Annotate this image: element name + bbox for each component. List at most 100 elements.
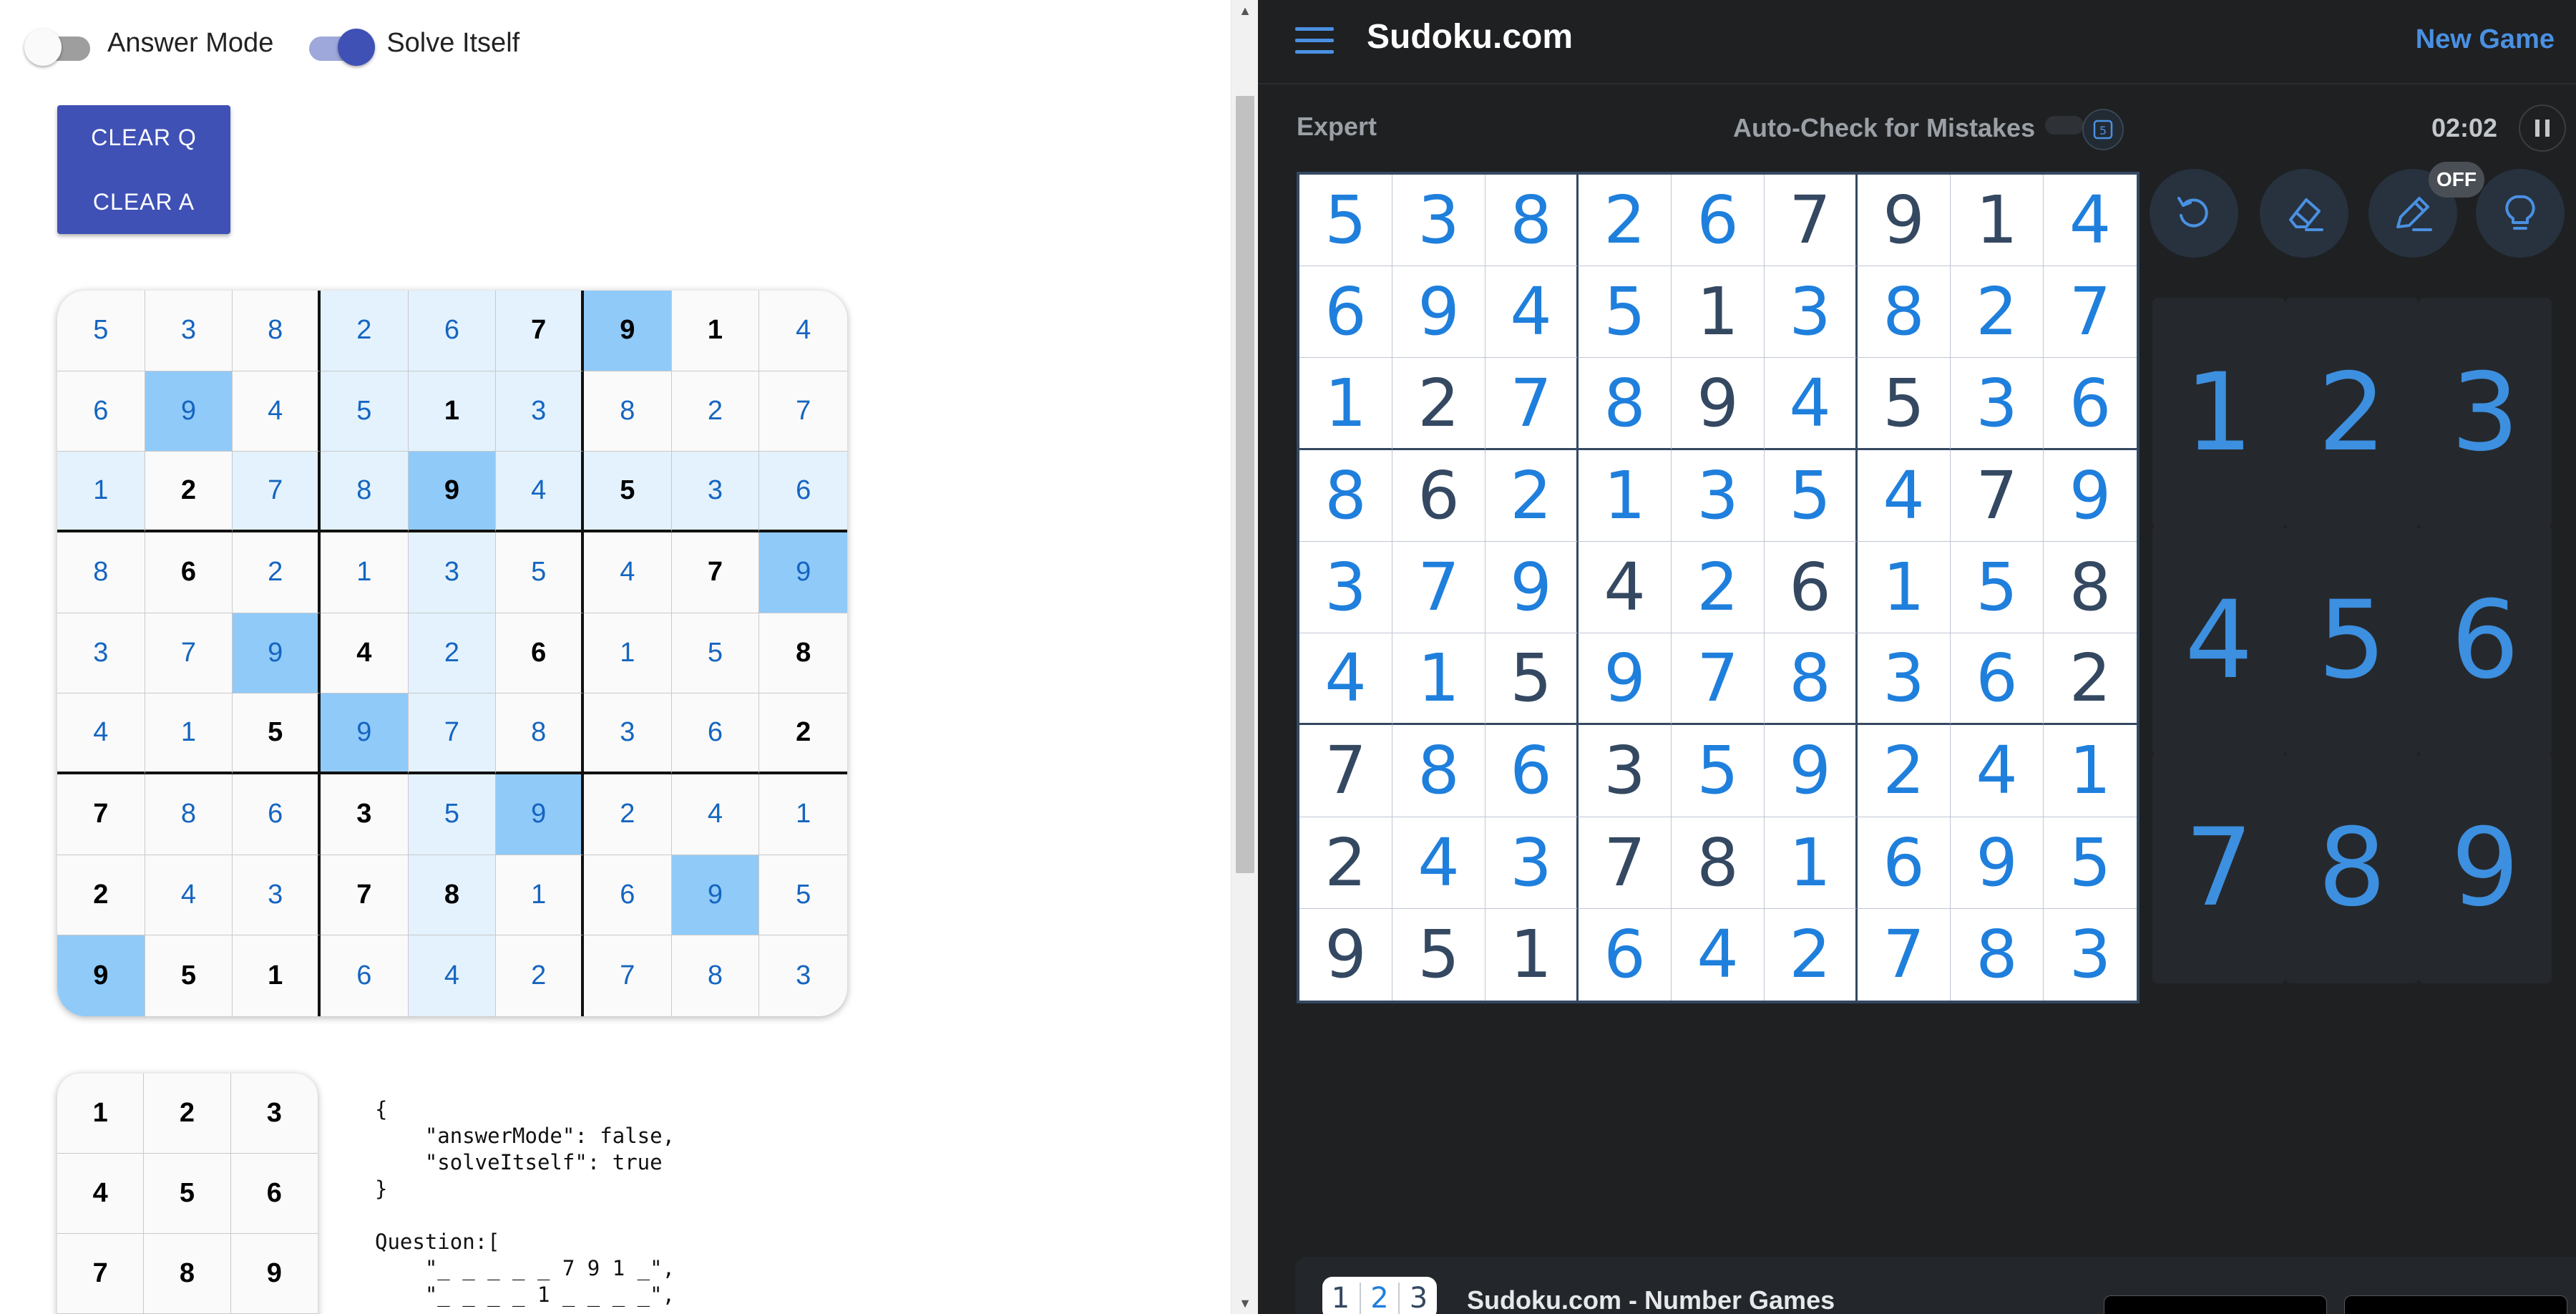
grid-cell[interactable]: 5 xyxy=(671,613,760,694)
grid-cell[interactable]: 7 xyxy=(759,371,847,452)
grid-cell[interactable]: 9 xyxy=(233,613,321,694)
grid-cell[interactable]: 6 xyxy=(57,371,145,452)
undo-icon[interactable] xyxy=(2150,169,2238,258)
game-cell[interactable]: 7 xyxy=(1858,908,1951,1001)
game-cell[interactable]: 9 xyxy=(1672,358,1765,450)
game-cell[interactable]: 2 xyxy=(1579,175,1672,267)
game-cell[interactable]: 7 xyxy=(1485,358,1579,450)
grid-cell[interactable]: 4 xyxy=(759,291,847,371)
game-cell[interactable]: 8 xyxy=(1485,175,1579,267)
game-cell[interactable]: 6 xyxy=(1951,633,2044,726)
grid-cell[interactable]: 7 xyxy=(57,774,145,855)
game-cell[interactable]: 3 xyxy=(1579,725,1672,817)
grid-cell[interactable]: 8 xyxy=(233,291,321,371)
grid-cell[interactable]: 4 xyxy=(408,935,497,1016)
game-cell[interactable]: 1 xyxy=(1485,908,1579,1001)
number-pad-key[interactable]: 9 xyxy=(2419,753,2552,983)
game-cell[interactable]: 6 xyxy=(1392,449,1485,542)
grid-cell[interactable]: 1 xyxy=(496,855,584,936)
game-cell[interactable]: 4 xyxy=(1672,908,1765,1001)
grid-cell[interactable]: 2 xyxy=(671,371,760,452)
game-cell[interactable]: 6 xyxy=(1858,817,1951,909)
game-cell[interactable]: 9 xyxy=(1392,266,1485,359)
game-cell[interactable]: 2 xyxy=(1392,358,1485,450)
autocheck-switch[interactable] xyxy=(2045,116,2084,135)
game-cell[interactable]: 7 xyxy=(1299,725,1392,817)
grid-cell[interactable]: 8 xyxy=(583,371,672,452)
game-cell[interactable]: 4 xyxy=(1951,725,2044,817)
game-cell[interactable]: 1 xyxy=(1579,449,1672,542)
keypad-digit[interactable]: 4 xyxy=(57,1154,145,1234)
game-cell[interactable]: 2 xyxy=(1765,908,1858,1001)
hint-bulb-icon[interactable] xyxy=(2476,169,2565,258)
grid-cell[interactable]: 6 xyxy=(145,532,233,613)
grid-cell[interactable]: 3 xyxy=(320,774,409,855)
game-cell[interactable]: 3 xyxy=(1951,358,2044,450)
grid-cell[interactable]: 4 xyxy=(496,452,584,532)
grid-cell[interactable]: 2 xyxy=(759,694,847,774)
eraser-icon[interactable] xyxy=(2260,169,2348,258)
keypad-digit[interactable]: 5 xyxy=(144,1154,231,1234)
app-store-button[interactable] xyxy=(2104,1295,2327,1314)
game-cell[interactable]: 9 xyxy=(1765,725,1858,817)
game-cell[interactable]: 5 xyxy=(1485,633,1579,726)
grid-cell[interactable]: 7 xyxy=(496,291,584,371)
keypad-digit[interactable]: 3 xyxy=(230,1074,318,1154)
grid-cell[interactable]: 3 xyxy=(671,452,760,532)
game-cell[interactable]: 4 xyxy=(1485,266,1579,359)
game-cell[interactable]: 7 xyxy=(2044,266,2137,359)
game-cell[interactable]: 9 xyxy=(2044,450,2137,542)
grid-cell[interactable]: 9 xyxy=(320,694,409,774)
game-cell[interactable]: 1 xyxy=(1765,817,1858,909)
grid-cell[interactable]: 7 xyxy=(233,452,321,532)
grid-cell[interactable]: 5 xyxy=(145,935,233,1016)
grid-cell[interactable]: 6 xyxy=(583,855,672,936)
game-cell[interactable]: 8 xyxy=(2044,542,2137,634)
grid-cell[interactable]: 7 xyxy=(408,694,497,774)
game-cell[interactable]: 5 xyxy=(1951,541,2044,634)
google-play-button[interactable] xyxy=(2344,1295,2567,1314)
game-cell[interactable]: 8 xyxy=(1299,449,1392,542)
grid-cell[interactable]: 5 xyxy=(496,532,584,613)
game-cell[interactable]: 5 xyxy=(2044,817,2137,909)
game-cell[interactable]: 1 xyxy=(2044,725,2137,817)
grid-cell[interactable]: 9 xyxy=(496,774,584,855)
grid-cell[interactable]: 3 xyxy=(496,371,584,452)
game-cell[interactable]: 3 xyxy=(1765,266,1858,359)
game-cell[interactable]: 7 xyxy=(1672,633,1765,726)
grid-cell[interactable]: 9 xyxy=(671,855,760,936)
game-cell[interactable]: 6 xyxy=(2044,358,2137,450)
game-cell[interactable]: 8 xyxy=(1579,358,1672,450)
grid-cell[interactable]: 4 xyxy=(583,532,672,613)
grid-cell[interactable]: 7 xyxy=(671,532,760,613)
solve-itself-switch[interactable] xyxy=(303,21,376,66)
number-pad-key[interactable]: 1 xyxy=(2152,298,2285,528)
autocheck-info-icon[interactable]: 5 xyxy=(2082,109,2124,150)
scrollbar-thumb[interactable] xyxy=(1236,96,1254,873)
game-cell[interactable]: 5 xyxy=(1392,908,1485,1001)
game-cell[interactable]: 8 xyxy=(1392,725,1485,817)
game-cell[interactable]: 3 xyxy=(1672,449,1765,542)
grid-cell[interactable]: 8 xyxy=(320,452,409,532)
grid-cell[interactable]: 9 xyxy=(408,452,497,532)
game-cell[interactable]: 3 xyxy=(1299,541,1392,634)
game-cell[interactable]: 2 xyxy=(1485,449,1579,542)
grid-cell[interactable]: 1 xyxy=(583,613,672,694)
grid-cell[interactable]: 8 xyxy=(759,613,847,694)
menu-icon[interactable] xyxy=(1295,26,1334,54)
keypad-digit[interactable]: 6 xyxy=(230,1154,318,1234)
grid-cell[interactable]: 8 xyxy=(496,694,584,774)
game-cell[interactable]: 6 xyxy=(1579,908,1672,1001)
grid-cell[interactable]: 3 xyxy=(145,291,233,371)
grid-cell[interactable]: 4 xyxy=(57,694,145,774)
grid-cell[interactable]: 1 xyxy=(320,532,409,613)
number-pad-key[interactable]: 5 xyxy=(2285,525,2419,756)
game-cell[interactable]: 8 xyxy=(1765,633,1858,726)
grid-cell[interactable]: 1 xyxy=(233,935,321,1016)
new-game-button[interactable]: New Game xyxy=(2416,24,2555,55)
grid-cell[interactable]: 9 xyxy=(583,291,672,371)
grid-cell[interactable]: 4 xyxy=(233,371,321,452)
grid-cell[interactable]: 8 xyxy=(672,935,760,1016)
grid-cell[interactable]: 1 xyxy=(408,371,497,452)
game-cell[interactable]: 6 xyxy=(1672,175,1765,267)
